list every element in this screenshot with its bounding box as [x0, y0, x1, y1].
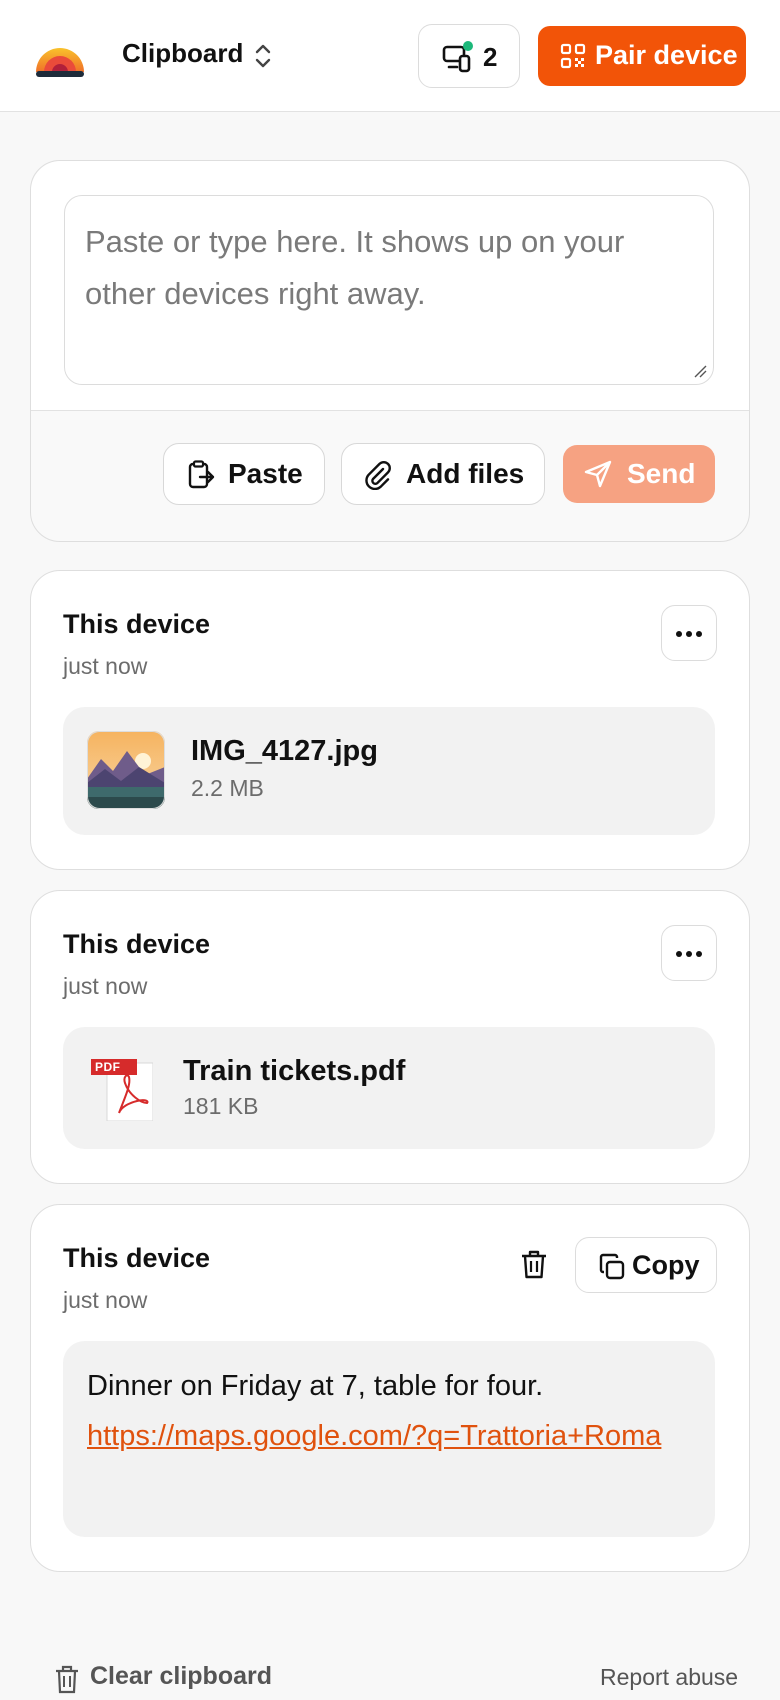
entry-timestamp: just now — [63, 973, 148, 999]
file-size: 181 KB — [183, 1093, 259, 1119]
entry-source: This device — [63, 609, 211, 639]
send-icon — [584, 460, 612, 488]
qr-code-icon — [560, 43, 586, 69]
trash-icon — [56, 1665, 78, 1694]
clipboard-paste-icon — [188, 460, 215, 489]
pdf-icon: PDF — [91, 1059, 153, 1121]
report-abuse-link[interactable]: Report abuse — [600, 1664, 738, 1691]
file-name: IMG_4127.jpg — [191, 735, 378, 767]
more-options-button[interactable] — [661, 925, 717, 981]
send-label: Send — [627, 458, 696, 489]
resize-handle-icon[interactable] — [693, 364, 707, 378]
clear-clipboard-label: Clear clipboard — [90, 1662, 272, 1690]
entry-source: This device — [63, 929, 211, 959]
more-horizontal-icon — [676, 631, 702, 637]
page-title[interactable]: Clipboard — [122, 38, 243, 69]
send-button[interactable]: Send — [563, 445, 715, 503]
more-horizontal-icon — [676, 951, 702, 957]
entry-source: This device — [63, 1243, 211, 1273]
paste-button[interactable]: Paste — [163, 443, 325, 505]
pair-device-label: Pair device — [595, 40, 738, 70]
entry-timestamp: just now — [63, 1287, 148, 1313]
composer-input-area: Paste or type here. It shows up on your … — [31, 161, 749, 411]
clipboard-entry: This device just now Copy Dinner on Frid… — [30, 1204, 750, 1572]
file-size: 2.2 MB — [191, 775, 264, 801]
pdf-badge: PDF — [95, 1060, 121, 1074]
entry-link[interactable]: https://maps.google.com/?q=Trattoria+Rom… — [87, 1420, 661, 1452]
file-name: Train tickets.pdf — [183, 1055, 406, 1087]
entry-text: Dinner on Friday at 7, table for four. — [87, 1370, 544, 1402]
copy-button[interactable]: Copy — [575, 1237, 717, 1293]
chevron-up-down-icon[interactable] — [252, 42, 274, 70]
file-attachment[interactable]: PDF Train tickets.pdf 181 KB — [63, 1027, 715, 1149]
app-logo-icon — [36, 48, 84, 77]
clipboard-entry: This device just now PDF Train tickets.p… — [30, 890, 750, 1184]
text-entry-content: Dinner on Friday at 7, table for four. h… — [63, 1341, 715, 1537]
clipboard-entry: This device just now IMG_4127.jpg 2.2 MB — [30, 570, 750, 870]
entry-timestamp: just now — [63, 653, 148, 679]
paperclip-icon — [365, 461, 391, 490]
composer-card: Paste or type here. It shows up on your … — [30, 160, 750, 542]
copy-label: Copy — [632, 1250, 700, 1280]
more-options-button[interactable] — [661, 605, 717, 661]
devices-icon — [442, 41, 473, 73]
add-files-button[interactable]: Add files — [341, 443, 545, 505]
app-header: Clipboard 2 Pair device — [0, 0, 780, 112]
copy-icon — [599, 1253, 625, 1280]
paste-label: Paste — [228, 458, 303, 489]
devices-count: 2 — [483, 42, 498, 72]
add-files-label: Add files — [406, 458, 525, 489]
trash-icon[interactable] — [517, 1247, 551, 1281]
pair-device-button[interactable]: Pair device — [538, 26, 746, 86]
file-attachment[interactable]: IMG_4127.jpg 2.2 MB — [63, 707, 715, 835]
image-thumbnail — [87, 731, 165, 809]
clipboard-text-input[interactable]: Paste or type here. It shows up on your … — [64, 195, 714, 385]
input-placeholder: Paste or type here. It shows up on your … — [85, 224, 625, 311]
connected-devices-button[interactable]: 2 — [418, 24, 520, 88]
